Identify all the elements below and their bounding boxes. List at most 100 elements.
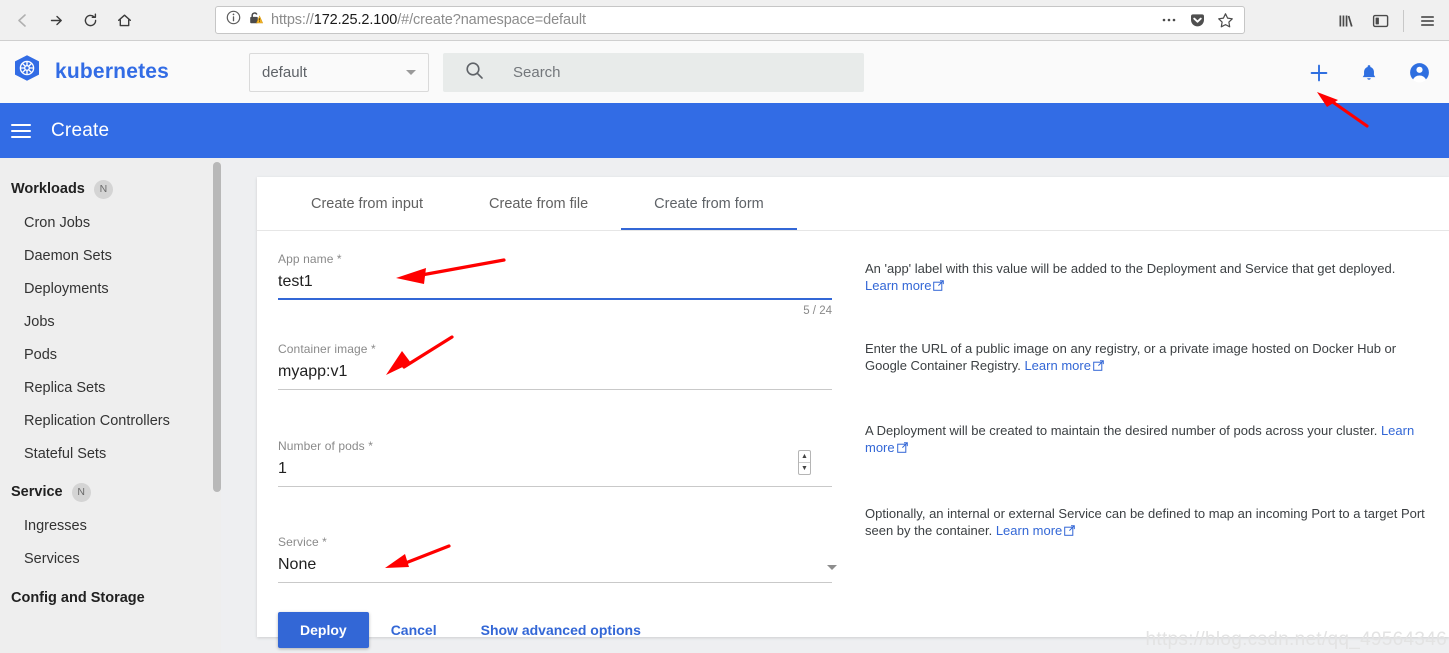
sidebar-group-workloads: Workloads N [0, 172, 220, 206]
external-link-icon[interactable] [933, 278, 945, 295]
sidebar-item-services[interactable]: Services [0, 542, 220, 575]
watermark: https://blog.csdn.net/qq_49564346 [1145, 629, 1447, 650]
learn-more-link[interactable]: Learn more [996, 523, 1062, 538]
hamburger-menu-icon[interactable] [1411, 6, 1443, 36]
field-label: Number of pods * [278, 439, 373, 453]
sidebar-item-daemon-sets[interactable]: Daemon Sets [0, 239, 220, 272]
pocket-icon[interactable] [1189, 12, 1206, 29]
sidebar-group-label: Workloads [11, 181, 85, 197]
content-area: Create from input Create from file Creat… [221, 158, 1449, 653]
sidebar-group-config-and-storage: Config and Storage [0, 581, 220, 615]
sidebar-icon[interactable] [1364, 6, 1396, 36]
namespace-badge: N [93, 179, 113, 199]
number-of-pods-input[interactable]: 1 [278, 460, 832, 487]
create-form: App name * test1 5 / 24 Container image … [257, 231, 1449, 588]
field-number-of-pods: Number of pods * 1 ▲ ▼ [278, 439, 857, 487]
kubernetes-helm-logo [10, 53, 44, 92]
learn-more-link[interactable]: Learn more [865, 278, 931, 293]
page-header: Create [0, 103, 1449, 158]
help-container-image: Enter the URL of a public image on any r… [865, 340, 1431, 375]
app-name-input[interactable]: test1 [278, 273, 832, 300]
external-link-icon[interactable] [896, 440, 908, 457]
field-label: Container image * [278, 342, 376, 356]
namespace-value: default [262, 64, 308, 81]
address-bar-container: https://172.25.2.100/#/create?namespace=… [215, 6, 1245, 34]
sidebar-item-stateful-sets[interactable]: Stateful Sets [0, 437, 220, 470]
help-text: An 'app' label with this value will be a… [865, 261, 1396, 276]
sidebar-item-jobs[interactable]: Jobs [0, 305, 220, 338]
forward-icon[interactable] [40, 5, 72, 35]
toolbar-divider [1403, 9, 1404, 32]
library-icon[interactable] [1330, 6, 1362, 36]
hamburger-menu-icon[interactable] [11, 121, 31, 141]
cancel-button[interactable]: Cancel [369, 612, 459, 648]
help-number-of-pods: A Deployment will be created to maintain… [865, 422, 1431, 457]
browser-toolbar: https://172.25.2.100/#/create?namespace=… [0, 0, 1449, 41]
external-link-icon[interactable] [1064, 523, 1076, 540]
deploy-button[interactable]: Deploy [278, 612, 369, 648]
sidebar-group-label: Config and Storage [11, 590, 145, 606]
brand[interactable]: kubernetes [0, 53, 240, 92]
namespace-selector[interactable]: default [249, 53, 429, 92]
learn-more-link[interactable]: Learn more [1024, 358, 1090, 373]
address-bar-icons [1160, 12, 1236, 29]
search-icon [465, 61, 484, 85]
sidebar-group-label: Service [11, 484, 63, 500]
account-circle-icon[interactable] [1408, 61, 1431, 84]
bell-icon[interactable] [1358, 62, 1380, 84]
tab-create-from-input[interactable]: Create from input [278, 177, 456, 230]
address-bar[interactable]: https://172.25.2.100/#/create?namespace=… [215, 6, 1245, 34]
ellipsis-icon[interactable] [1160, 12, 1178, 28]
page-info-icon[interactable] [226, 10, 241, 30]
help-service: Optionally, an internal or external Serv… [865, 505, 1431, 540]
help-text: Optionally, an internal or external Serv… [865, 506, 1425, 538]
app-name-counter: 5 / 24 [803, 305, 832, 317]
brand-label: kubernetes [55, 60, 170, 83]
page-title: Create [51, 119, 110, 141]
sidebar-scrollbar-thumb[interactable] [213, 162, 221, 492]
chevron-down-icon [827, 565, 837, 570]
back-icon[interactable] [6, 5, 38, 35]
show-advanced-options-button[interactable]: Show advanced options [459, 612, 663, 648]
create-tabs: Create from input Create from file Creat… [257, 177, 1449, 231]
help-text: Enter the URL of a public image on any r… [865, 341, 1397, 373]
home-icon[interactable] [108, 5, 140, 35]
global-search[interactable]: Search [443, 53, 864, 92]
field-container-image: Container image * myapp:v1 [278, 342, 857, 390]
url-text[interactable]: https://172.25.2.100/#/create?namespace=… [271, 12, 1153, 28]
browser-right-actions [1330, 0, 1449, 41]
stepper-up-icon[interactable]: ▲ [799, 451, 810, 463]
sidebar-scrollbar[interactable] [212, 158, 221, 653]
field-label: App name * [278, 252, 342, 266]
sidebar-group-service: Service N [0, 475, 220, 509]
form-help-column: An 'app' label with this value will be a… [857, 252, 1449, 588]
number-of-pods-stepper[interactable]: ▲ ▼ [798, 450, 811, 475]
broken-lock-icon[interactable] [248, 10, 264, 31]
sidebar-nav[interactable]: Workloads N Cron Jobs Daemon Sets Deploy… [0, 158, 220, 653]
chevron-down-icon [406, 70, 416, 75]
sidebar-item-cron-jobs[interactable]: Cron Jobs [0, 206, 220, 239]
plus-icon[interactable] [1308, 62, 1330, 84]
stepper-down-icon[interactable]: ▼ [799, 463, 810, 474]
sidebar-item-replica-sets[interactable]: Replica Sets [0, 371, 220, 404]
reload-icon[interactable] [74, 5, 106, 35]
create-card: Create from input Create from file Creat… [257, 177, 1449, 648]
container-image-input[interactable]: myapp:v1 [278, 363, 832, 390]
topbar-actions [1308, 53, 1431, 92]
search-input[interactable]: Search [513, 64, 561, 81]
star-icon[interactable] [1217, 12, 1234, 29]
tab-create-from-file[interactable]: Create from file [456, 177, 621, 230]
help-text: A Deployment will be created to maintain… [865, 423, 1381, 438]
form-fields-column: App name * test1 5 / 24 Container image … [257, 252, 857, 588]
external-link-icon[interactable] [1093, 358, 1104, 375]
field-label: Service * [278, 535, 327, 549]
sidebar-item-replication-controllers[interactable]: Replication Controllers [0, 404, 220, 437]
sidebar-item-deployments[interactable]: Deployments [0, 272, 220, 305]
namespace-badge: N [71, 482, 91, 502]
sidebar-item-ingresses[interactable]: Ingresses [0, 509, 220, 542]
service-select[interactable]: None [278, 556, 832, 583]
sidebar-item-pods[interactable]: Pods [0, 338, 220, 371]
browser-nav-buttons [0, 5, 140, 35]
tab-create-from-form[interactable]: Create from form [621, 177, 797, 230]
field-service: Service * None [278, 535, 857, 583]
